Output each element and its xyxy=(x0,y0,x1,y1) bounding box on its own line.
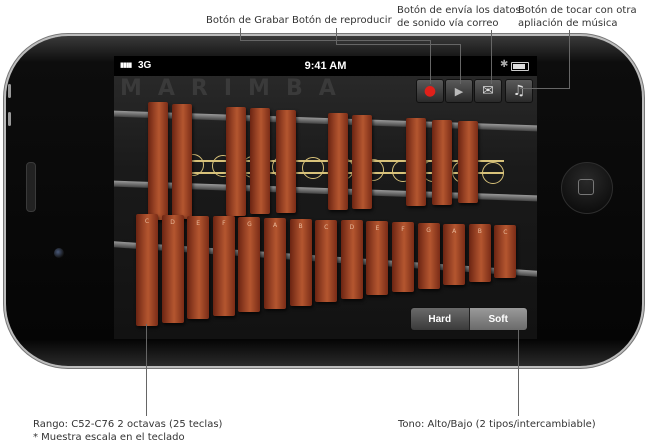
lower-key[interactable]: F xyxy=(392,222,414,292)
lower-key[interactable]: G xyxy=(417,222,440,289)
lower-key[interactable]: E xyxy=(366,221,389,296)
resonator-ring xyxy=(482,162,504,184)
key-note-label: G xyxy=(247,221,252,229)
music-callout xyxy=(569,30,570,88)
music-app-button[interactable]: ♫ xyxy=(505,79,533,103)
lower-key[interactable]: A xyxy=(443,223,466,286)
key-note-label: E xyxy=(375,225,380,233)
lower-key[interactable]: D xyxy=(161,214,184,323)
music-callout-h xyxy=(520,88,570,89)
app-logo: MARIMBA xyxy=(120,76,352,101)
lower-key[interactable]: B xyxy=(468,224,491,282)
play-callout xyxy=(336,28,337,44)
key-note-label: D xyxy=(170,218,175,226)
upper-key[interactable] xyxy=(250,108,270,215)
upper-key[interactable] xyxy=(328,113,348,211)
bluetooth-icon: ✱ xyxy=(500,59,509,70)
front-camera xyxy=(54,248,64,258)
tone-annotation: Tono: Alto/Bajo (2 tipos/intercambiable) xyxy=(398,419,596,430)
upper-key[interactable] xyxy=(172,103,192,219)
upper-key[interactable] xyxy=(458,121,478,204)
resonator-ring xyxy=(302,157,324,180)
lower-key[interactable]: C xyxy=(315,219,338,303)
hard-button[interactable]: Hard xyxy=(411,308,469,330)
key-note-label: F xyxy=(222,220,226,228)
mail-callout xyxy=(491,30,492,84)
lower-key[interactable]: B xyxy=(289,218,312,306)
key-note-label: A xyxy=(452,227,457,235)
record-icon: ● xyxy=(423,83,437,99)
speaker-grille xyxy=(26,162,36,212)
mail-annotation-line2: de sonido vía correo xyxy=(397,18,499,29)
range-annotation-line1: Rango: C52-C76 2 octavas (25 teclas) xyxy=(33,419,223,430)
key-note-label: C xyxy=(144,218,150,225)
key-note-label: B xyxy=(477,228,482,236)
record-annotation: Botón de Grabar xyxy=(206,15,289,26)
play-annotation: Botón de reproducir xyxy=(292,15,392,26)
play-callout-h xyxy=(336,44,460,45)
lower-key[interactable]: A xyxy=(264,218,286,309)
play-callout-v xyxy=(460,44,461,84)
mail-icon: ✉ xyxy=(482,83,494,99)
lower-key[interactable]: G xyxy=(238,217,261,313)
status-bar: ▮▮▮▮ 3G 9:41 AM ✱ xyxy=(114,56,537,76)
music-annotation-line1: Botón de tocar con otra xyxy=(518,5,637,16)
music-annotation-line2: apliación de música xyxy=(518,18,618,29)
record-callout xyxy=(240,28,241,40)
record-callout-h xyxy=(240,40,430,41)
mail-annotation-line1: Botón de envía los datos xyxy=(397,5,521,16)
mail-button[interactable]: ✉ xyxy=(474,79,502,103)
upper-key[interactable] xyxy=(226,106,246,216)
key-note-label: E xyxy=(196,219,201,227)
volume-down-button xyxy=(8,112,11,126)
lower-key[interactable]: F xyxy=(212,216,235,316)
upper-key[interactable] xyxy=(352,114,372,209)
upper-key[interactable] xyxy=(276,110,296,213)
clock: 9:41 AM xyxy=(304,60,347,72)
upper-key[interactable] xyxy=(406,118,426,206)
lower-key[interactable]: C xyxy=(494,225,517,279)
soft-button[interactable]: Soft xyxy=(468,308,527,330)
key-note-label: C xyxy=(503,229,508,237)
battery-icon xyxy=(511,62,529,71)
toolbar: ● ▶ ✉ ♫ xyxy=(416,76,537,103)
key-note-label: G xyxy=(426,226,431,234)
tone-callout xyxy=(518,330,519,416)
range-annotation-line2: * Muestra escala en el teclado xyxy=(33,432,185,443)
play-button[interactable]: ▶ xyxy=(445,79,473,103)
key-note-label: C xyxy=(324,223,329,231)
music-note-icon: ♫ xyxy=(512,83,526,99)
key-note-label: A xyxy=(272,222,278,229)
play-icon: ▶ xyxy=(454,84,464,98)
key-note-label: B xyxy=(298,222,303,230)
record-callout-v xyxy=(430,40,431,84)
upper-key[interactable] xyxy=(432,119,452,205)
volume-up-button xyxy=(8,84,11,98)
lower-key[interactable]: D xyxy=(340,220,363,299)
key-note-label: F xyxy=(401,226,405,233)
app-screen: ▮▮▮▮ 3G 9:41 AM ✱ MARIMBA ● ▶ ✉ ♫ C D E F G A… xyxy=(114,56,537,339)
key-note-label: D xyxy=(349,224,355,232)
range-callout xyxy=(146,324,147,416)
lower-key[interactable]: C xyxy=(136,214,158,326)
tone-toggle: Hard Soft xyxy=(410,307,528,331)
upper-key[interactable] xyxy=(148,102,168,220)
home-square-icon xyxy=(578,179,594,195)
lower-key[interactable]: E xyxy=(187,215,210,320)
